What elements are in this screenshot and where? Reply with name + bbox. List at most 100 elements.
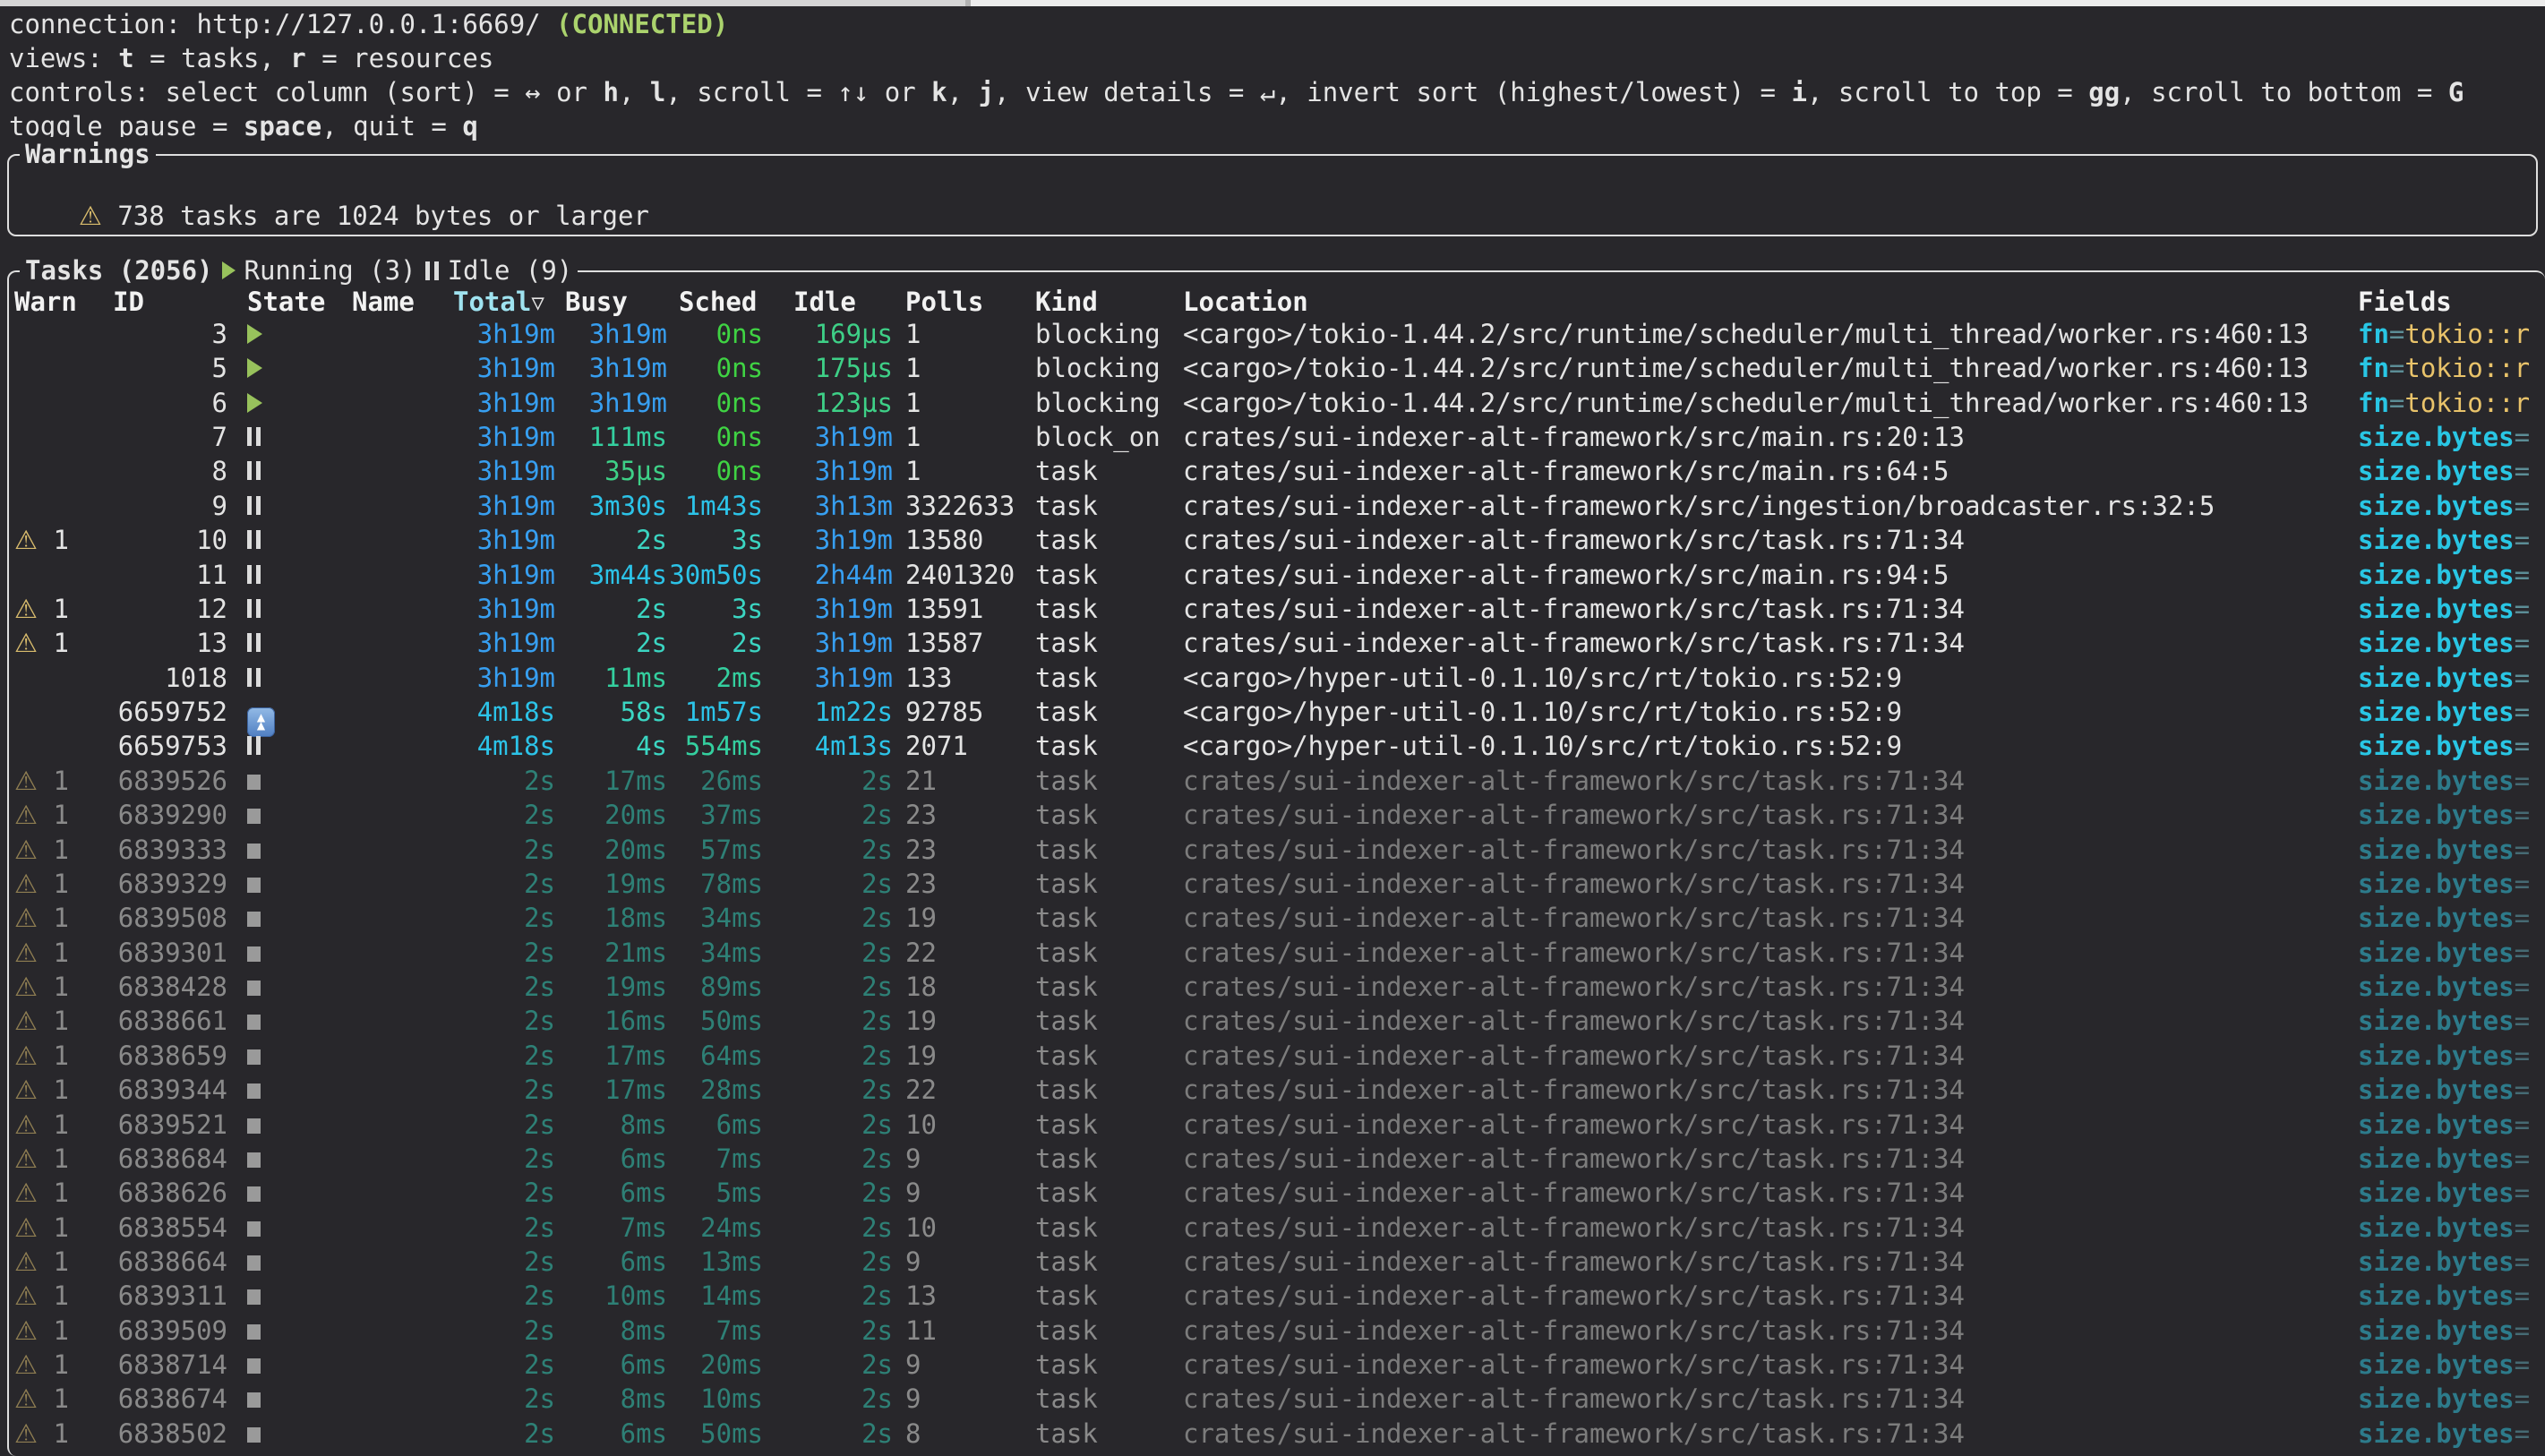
column-header-state[interactable]: State bbox=[247, 285, 325, 319]
task-row-6838554[interactable]: ⚠ 168385542s7ms24ms2s10taskcrates/sui-in… bbox=[9, 1211, 2545, 1245]
cell-id: 10 bbox=[95, 523, 227, 557]
task-row-6839526[interactable]: ⚠ 168395262s17ms26ms2s21taskcrates/sui-i… bbox=[9, 764, 2545, 798]
task-row-3[interactable]: 33h19m3h19m0ns169µs1blocking<cargo>/toki… bbox=[9, 317, 2545, 351]
cell-busy: 4s bbox=[553, 729, 667, 763]
task-row-6838626[interactable]: ⚠ 168386262s6ms5ms2s9taskcrates/sui-inde… bbox=[9, 1176, 2545, 1210]
task-row-1018[interactable]: 10183h19m11ms2ms3h19m133task<cargo>/hype… bbox=[9, 661, 2545, 695]
cell-idle: 2s bbox=[761, 1382, 893, 1416]
column-header-busy[interactable]: Busy bbox=[565, 285, 628, 319]
task-row-12[interactable]: ⚠ 1123h19m2s3s3h19m13591taskcrates/sui-i… bbox=[9, 592, 2545, 626]
controls-token: G bbox=[2448, 77, 2464, 107]
chrome-segment-right bbox=[971, 0, 2545, 6]
task-row-6838714[interactable]: ⚠ 168387142s6ms20ms2s9taskcrates/sui-ind… bbox=[9, 1348, 2545, 1382]
controls-token: k bbox=[931, 77, 947, 107]
task-row-11[interactable]: 113h19m3m44s30m50s2h44m2401320taskcrates… bbox=[9, 558, 2545, 592]
column-header-idle[interactable]: Idle bbox=[793, 285, 856, 319]
cell-idle: 2s bbox=[761, 1245, 893, 1279]
cell-busy: 58s bbox=[553, 695, 667, 729]
field-equals: = bbox=[2389, 319, 2404, 349]
cell-polls: 1 bbox=[905, 317, 1026, 351]
column-header-polls[interactable]: Polls bbox=[905, 285, 983, 319]
field-key: size.bytes bbox=[2358, 1315, 2515, 1346]
cell-state bbox=[247, 489, 337, 523]
column-header-location[interactable]: Location bbox=[1183, 285, 1308, 319]
cell-sched: 6ms bbox=[665, 1108, 763, 1142]
task-row-6839508[interactable]: ⚠ 168395082s18ms34ms2s19taskcrates/sui-i… bbox=[9, 901, 2545, 935]
task-row-10[interactable]: ⚠ 1103h19m2s3s3h19m13580taskcrates/sui-i… bbox=[9, 523, 2545, 557]
field-equals: = bbox=[2515, 835, 2530, 865]
column-header-name[interactable]: Name bbox=[352, 285, 415, 319]
field-key: size.bytes bbox=[2358, 1075, 2515, 1105]
cell-sched: 37ms bbox=[665, 798, 763, 832]
field-equals: = bbox=[2515, 1212, 2530, 1243]
task-row-6838428[interactable]: ⚠ 168384282s19ms89ms2s18taskcrates/sui-i… bbox=[9, 970, 2545, 1004]
column-header-fields[interactable]: Fields bbox=[2358, 285, 2452, 319]
task-row-6838674[interactable]: ⚠ 168386742s8ms10ms2s9taskcrates/sui-ind… bbox=[9, 1382, 2545, 1416]
task-row-6838684[interactable]: ⚠ 168386842s6ms7ms2s9taskcrates/sui-inde… bbox=[9, 1142, 2545, 1176]
task-row-6838659[interactable]: ⚠ 168386592s17ms64ms2s19taskcrates/sui-i… bbox=[9, 1039, 2545, 1073]
task-row-6838661[interactable]: ⚠ 168386612s16ms50ms2s19taskcrates/sui-i… bbox=[9, 1004, 2545, 1038]
cell-sched: 0ns bbox=[665, 386, 763, 420]
task-row-7[interactable]: 73h19m111ms0ns3h19m1block_oncrates/sui-i… bbox=[9, 420, 2545, 454]
task-row-6839344[interactable]: ⚠ 168393442s17ms28ms2s22taskcrates/sui-i… bbox=[9, 1073, 2545, 1107]
controls-token: , bbox=[947, 77, 979, 107]
field-equals: = bbox=[2515, 1109, 2530, 1140]
task-row-6839329[interactable]: ⚠ 168393292s19ms78ms2s23taskcrates/sui-i… bbox=[9, 867, 2545, 901]
cell-warn: ⚠ 1 bbox=[14, 1108, 90, 1142]
controls-token: h bbox=[603, 77, 618, 107]
cell-fields: size.bytes= bbox=[2358, 1211, 2541, 1245]
field-key: size.bytes bbox=[2358, 903, 2515, 933]
task-row-8[interactable]: 83h19m35µs0ns3h19m1taskcrates/sui-indexe… bbox=[9, 454, 2545, 488]
cell-sched: 2s bbox=[665, 626, 763, 660]
column-header-sched[interactable]: Sched bbox=[679, 285, 757, 319]
cell-fields: size.bytes= bbox=[2358, 729, 2541, 763]
cell-fields: size.bytes= bbox=[2358, 558, 2541, 592]
task-row-13[interactable]: ⚠ 1133h19m2s2s3h19m13587taskcrates/sui-i… bbox=[9, 626, 2545, 660]
cell-id: 1018 bbox=[95, 661, 227, 695]
cell-fields: size.bytes= bbox=[2358, 1279, 2541, 1313]
field-key: size.bytes bbox=[2358, 1109, 2515, 1140]
task-row-6[interactable]: 63h19m3h19m0ns123µs1blocking<cargo>/toki… bbox=[9, 386, 2545, 420]
stopped-state-icon bbox=[247, 878, 261, 893]
row-warning-count: 1 bbox=[38, 525, 69, 555]
task-row-6659753[interactable]: 66597534m18s4s554ms4m13s2071task<cargo>/… bbox=[9, 729, 2545, 763]
row-warning-icon: ⚠ bbox=[14, 525, 38, 555]
cell-polls: 23 bbox=[905, 833, 1026, 867]
cell-state bbox=[247, 1039, 337, 1073]
field-equals: = bbox=[2515, 938, 2530, 968]
controls-line: controls: select column (sort) = ↔ or h,… bbox=[9, 75, 2545, 109]
row-warning-icon: ⚠ bbox=[14, 1006, 38, 1036]
task-row-6839311[interactable]: ⚠ 168393112s10ms14ms2s13taskcrates/sui-i… bbox=[9, 1279, 2545, 1313]
cell-idle: 3h19m bbox=[761, 420, 893, 454]
controls-token: , scroll = bbox=[665, 77, 837, 107]
task-row-6838502[interactable]: ⚠ 168385022s6ms50ms2s8taskcrates/sui-ind… bbox=[9, 1417, 2545, 1451]
cell-idle: 2s bbox=[761, 1211, 893, 1245]
task-row-6839333[interactable]: ⚠ 168393332s20ms57ms2s23taskcrates/sui-i… bbox=[9, 833, 2545, 867]
stopped-state-icon bbox=[247, 1152, 261, 1168]
task-row-6839301[interactable]: ⚠ 168393012s21ms34ms2s22taskcrates/sui-i… bbox=[9, 936, 2545, 970]
cell-fields: size.bytes= bbox=[2358, 695, 2541, 729]
row-warning-count: 1 bbox=[38, 594, 69, 624]
task-row-5[interactable]: 53h19m3h19m0ns175µs1blocking<cargo>/toki… bbox=[9, 351, 2545, 385]
column-header-id[interactable]: ID bbox=[113, 285, 144, 319]
field-key: size.bytes bbox=[2358, 1212, 2515, 1243]
column-header-warn[interactable]: Warn bbox=[14, 285, 77, 319]
column-header-kind[interactable]: Kind bbox=[1035, 285, 1098, 319]
task-row-6839290[interactable]: ⚠ 168392902s20ms37ms2s23taskcrates/sui-i… bbox=[9, 798, 2545, 832]
cell-total: 3h19m bbox=[419, 523, 555, 557]
cell-location: crates/sui-indexer-alt-framework/src/tas… bbox=[1183, 764, 2352, 798]
cell-idle: 2h44m bbox=[761, 558, 893, 592]
cell-sched: 3s bbox=[665, 592, 763, 626]
task-row-6839509[interactable]: ⚠ 168395092s8ms7ms2s11taskcrates/sui-ind… bbox=[9, 1314, 2545, 1348]
column-header-total[interactable]: Total▿ bbox=[453, 285, 544, 319]
row-warning-count: 1 bbox=[38, 869, 69, 899]
controls-token: gg bbox=[2088, 77, 2120, 107]
field-equals: = bbox=[2515, 594, 2530, 624]
task-row-9[interactable]: 93h19m3m30s1m43s3h13m3322633taskcrates/s… bbox=[9, 489, 2545, 523]
task-row-6839521[interactable]: ⚠ 168395212s8ms6ms2s10taskcrates/sui-ind… bbox=[9, 1108, 2545, 1142]
cell-kind: task bbox=[1035, 1348, 1174, 1382]
task-row-6838664[interactable]: ⚠ 168386642s6ms13ms2s9taskcrates/sui-ind… bbox=[9, 1245, 2545, 1279]
cell-state bbox=[247, 454, 337, 488]
paused-state-icon bbox=[247, 668, 261, 687]
task-row-6659752[interactable]: 6659752▲▲4m18s58s1m57s1m22s92785task<car… bbox=[9, 695, 2545, 729]
